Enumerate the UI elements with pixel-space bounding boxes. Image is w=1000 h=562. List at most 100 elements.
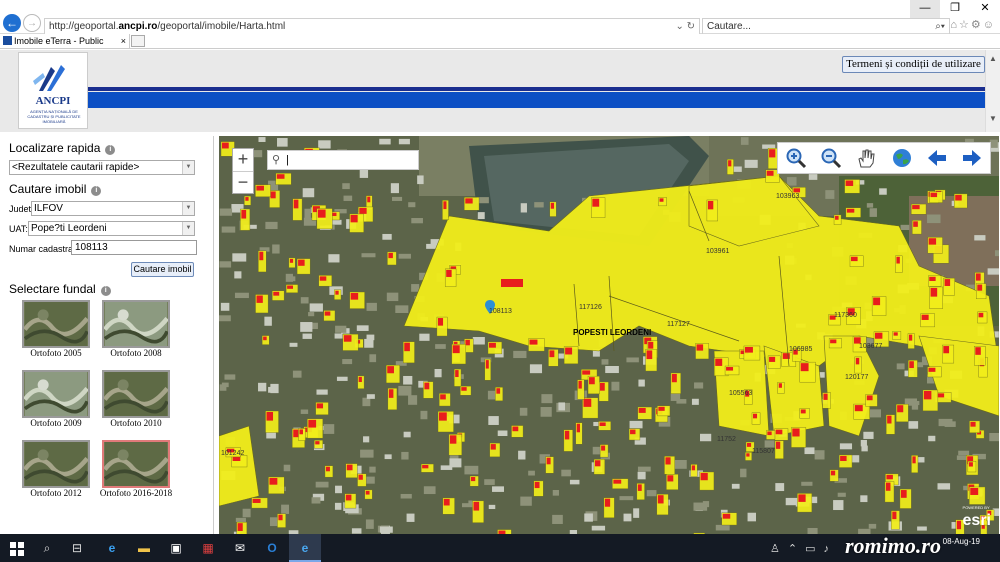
uat-select[interactable]: Pope?ti Leordeni ▼ xyxy=(28,221,195,236)
esri-logo-text: esri xyxy=(962,512,991,529)
judet-label: Judet: xyxy=(9,204,34,214)
background-thumbnail[interactable] xyxy=(22,300,90,348)
parcel-id-label: 117126 xyxy=(579,304,602,311)
minimize-button[interactable]: — xyxy=(910,0,940,18)
favorites-icons[interactable]: ⌂☆⚙☺ xyxy=(950,18,996,31)
zoom-in-button[interactable]: + xyxy=(233,149,253,171)
cadastral-number-input[interactable]: 108113 xyxy=(71,240,197,255)
zoom-control: + − xyxy=(232,148,254,194)
tab-close-icon[interactable]: × xyxy=(121,34,126,48)
property-search-title: Cautare imobil i xyxy=(9,182,102,196)
map-search-input[interactable]: ⚲ | xyxy=(267,150,419,170)
left-panel: Localizare rapida i <Rezultatele cautarii… xyxy=(0,136,214,534)
system-tray-icons[interactable]: ♙⌃▭♪ xyxy=(770,542,837,555)
orthophoto-thumbnail-icon xyxy=(104,442,168,486)
logo-subtext: AGENȚIA NAȚIONALĂ DE CADASTRU ȘI PUBLICI… xyxy=(27,109,81,124)
ancpi-logo[interactable]: ANCPI AGENȚIA NAȚIONALĂ DE CADASTRU ȘI P… xyxy=(18,52,88,129)
background-thumbnail[interactable] xyxy=(102,440,170,488)
header-band xyxy=(88,92,985,108)
chevron-down-icon[interactable]: ▼ xyxy=(182,161,194,174)
background-title-text: Selectare fundal xyxy=(9,282,96,296)
header-scrollbar[interactable]: ▲ ▼ xyxy=(985,50,1000,132)
judet-select[interactable]: ILFOV ▼ xyxy=(31,201,195,216)
search-property-button[interactable]: Cautare imobil xyxy=(131,262,194,277)
orthophoto-thumbnail-icon xyxy=(24,442,88,486)
gift-icon[interactable]: ▦ xyxy=(199,539,217,557)
logo-text: ANCPI xyxy=(35,95,71,107)
mail-icon[interactable]: ✉ xyxy=(231,539,249,557)
new-tab-button[interactable] xyxy=(131,35,145,47)
refresh-icon[interactable]: ⌄ ↻ xyxy=(675,19,695,35)
esri-attribution: POWERED BY esri xyxy=(962,505,991,530)
quick-search-title-text: Localizare rapida xyxy=(9,141,101,155)
background-title: Selectare fundal i xyxy=(9,282,111,296)
info-icon[interactable]: i xyxy=(105,145,116,155)
background-thumbnail[interactable] xyxy=(102,300,170,348)
back-button[interactable]: ← xyxy=(3,14,21,32)
site-favicon-icon xyxy=(3,36,12,45)
orthophoto-thumbnail-icon xyxy=(104,302,168,346)
map-search-value: | xyxy=(286,154,289,166)
background-thumbnail[interactable] xyxy=(22,440,90,488)
restore-button[interactable]: ❐ xyxy=(940,0,970,18)
outlook-icon[interactable]: O xyxy=(263,539,281,557)
search-icon[interactable]: ⌕ xyxy=(38,539,56,557)
pan-hand-icon[interactable] xyxy=(854,146,878,170)
chevron-down-icon[interactable]: ▼ xyxy=(182,202,194,215)
orthophoto-thumbnail-icon xyxy=(24,302,88,346)
full-extent-globe-icon[interactable] xyxy=(890,146,914,170)
file-explorer-icon[interactable]: ▬ xyxy=(135,539,153,557)
parcel-id-label: 120177 xyxy=(845,374,869,381)
header-stripe xyxy=(88,87,985,91)
edge-browser-icon[interactable]: e xyxy=(103,539,121,557)
parcel-id-label: 117360 xyxy=(834,312,857,319)
tab-bar: Imobile eTerra - Public × xyxy=(0,34,1000,49)
previous-extent-icon[interactable] xyxy=(925,146,949,170)
background-thumbnail[interactable] xyxy=(102,370,170,418)
parcel-id-label: 103963 xyxy=(776,193,800,200)
scroll-up-icon[interactable]: ▲ xyxy=(989,54,997,63)
forward-button[interactable]: → xyxy=(23,14,41,32)
parcel-id-label: 115807 xyxy=(752,448,775,455)
background-thumbnail[interactable] xyxy=(22,370,90,418)
cadastral-label: Numar cadastral: xyxy=(9,244,78,254)
terms-button[interactable]: Termeni și condiții de utilizare xyxy=(842,56,985,73)
judet-value: ILFOV xyxy=(34,203,63,214)
chevron-down-icon[interactable]: ▼ xyxy=(182,222,194,235)
task-view-icon[interactable]: ⊟ xyxy=(68,539,86,557)
parcel-id-label: 11752 xyxy=(717,436,736,443)
parcel-id-label: 105563 xyxy=(729,390,753,397)
map-toolbar xyxy=(777,142,991,174)
close-window-button[interactable]: ✕ xyxy=(970,0,1000,18)
info-icon[interactable]: i xyxy=(100,286,111,296)
next-extent-icon[interactable] xyxy=(960,146,984,170)
background-thumbnail-label: Ortofoto 2012 xyxy=(30,488,82,498)
browser-search-placeholder: Cautare... xyxy=(707,21,751,32)
url-domain: ancpi.ro xyxy=(118,21,158,32)
search-icon[interactable]: ⌕▾ xyxy=(935,19,945,35)
esri-powered-by: POWERED BY xyxy=(962,505,990,510)
tab-title: Imobile eTerra - Public xyxy=(14,36,104,46)
background-thumbnail-label: Ortofoto 2009 xyxy=(30,418,82,428)
site-header: ANCPI AGENȚIA NAȚIONALĂ DE CADASTRU ȘI P… xyxy=(0,50,1000,132)
zoom-out-button[interactable]: − xyxy=(233,171,253,193)
romimo-watermark: romimo.ro xyxy=(845,533,941,558)
scroll-down-icon[interactable]: ▼ xyxy=(989,114,997,123)
background-thumbnail-label: Ortofoto 2008 xyxy=(110,348,162,358)
map-view[interactable]: + − ⚲ | POPESTI LEORDENI 108113 117126 117… xyxy=(219,136,999,534)
property-search-title-text: Cautare imobil xyxy=(9,182,87,196)
zoom-in-icon[interactable] xyxy=(784,146,808,170)
internet-explorer-icon[interactable]: e xyxy=(296,539,314,557)
locality-label: POPESTI LEORDENI xyxy=(573,328,652,337)
store-icon[interactable]: ▣ xyxy=(167,539,185,557)
ancpi-logo-mark-icon xyxy=(33,65,65,91)
info-icon[interactable]: i xyxy=(91,186,102,196)
background-thumbnail-label: Ortofoto 2005 xyxy=(30,348,82,358)
zoom-out-icon[interactable] xyxy=(819,146,843,170)
windows-start-icon[interactable] xyxy=(10,542,24,556)
quick-search-select[interactable]: <Rezultatele cautarii rapide> ▼ xyxy=(9,160,195,175)
taskbar-clock[interactable]: 08-Aug-19 xyxy=(943,537,980,547)
parcel-id-label: 101242 xyxy=(221,450,245,457)
window-controls: — ❐ ✕ xyxy=(910,0,1000,18)
tab-imobile-eterra[interactable]: Imobile eTerra - Public × xyxy=(0,34,130,49)
